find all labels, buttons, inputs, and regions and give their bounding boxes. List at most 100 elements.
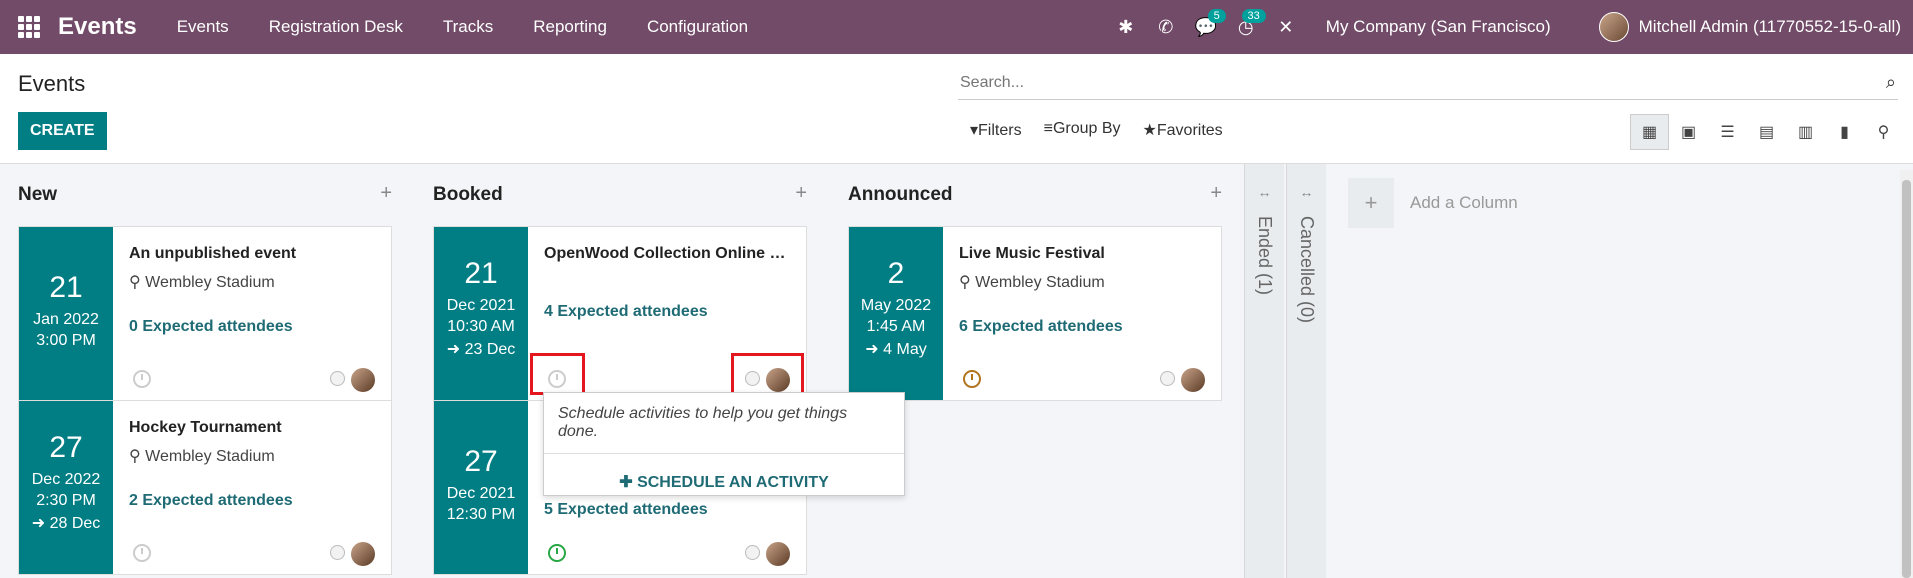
folded-column-label: Cancelled (0) (1297, 216, 1317, 324)
event-day: 27 (49, 431, 83, 464)
calendar-view-icon[interactable]: ▣ (1669, 114, 1708, 150)
favorites-dropdown[interactable]: ★Favorites (1143, 120, 1223, 140)
column-add-icon[interactable]: + (1210, 182, 1222, 205)
expand-icon: ↔ (1299, 184, 1314, 200)
column-title: Announced (848, 184, 953, 205)
view-switcher: ▦ ▣ ☰ ▤ ▥ ▮ ⚲ (1630, 114, 1903, 150)
event-location: ⚲ Wembley Stadium (129, 274, 275, 291)
event-day: 27 (464, 445, 498, 478)
list-view-icon[interactable]: ☰ (1708, 114, 1747, 150)
activity-clock-icon[interactable] (133, 370, 151, 388)
messages-badge: 5 (1207, 9, 1226, 23)
filters-dropdown[interactable]: ▾Filters (970, 120, 1022, 140)
control-panel: Events CREATE ⌕ ▾Filters ≡Group By ★Favo… (0, 54, 1913, 164)
folded-column-cancelled[interactable]: ↔ Cancelled (0) (1286, 164, 1326, 578)
search-options: ▾Filters ≡Group By ★Favorites (970, 120, 1223, 140)
chat-icon[interactable]: 💬 5 (1186, 0, 1226, 54)
avatar[interactable] (351, 542, 375, 566)
schedule-activity-button[interactable]: ✚ SCHEDULE AN ACTIVITY (544, 472, 904, 492)
user-avatar[interactable] (1598, 12, 1629, 42)
scrollbar[interactable] (1900, 170, 1913, 578)
column-title: Booked (433, 184, 503, 205)
gantt-view-icon[interactable]: ▤ (1747, 114, 1786, 150)
status-circle-icon[interactable] (1160, 371, 1175, 386)
expected-attendees[interactable]: 0 Expected attendees (129, 318, 381, 336)
activity-clock-icon[interactable] (963, 370, 981, 388)
menu-item-tracks[interactable]: Tracks (423, 17, 513, 37)
column-add-icon[interactable]: + (380, 182, 392, 205)
column-add-icon[interactable]: + (795, 182, 807, 205)
add-column-label: Add a Column (1410, 193, 1518, 212)
tools-icon[interactable]: ✕ (1266, 0, 1306, 54)
activity-clock-icon[interactable] (133, 544, 151, 562)
event-day: 21 (464, 257, 498, 290)
menu-item-events[interactable]: Events (157, 17, 249, 37)
add-column[interactable]: + Add a Column (1348, 178, 1518, 228)
event-title: Live Music Festival (959, 245, 1105, 262)
menu-item-reporting[interactable]: Reporting (513, 17, 627, 37)
app-name[interactable]: Events (58, 13, 137, 41)
company-switcher[interactable]: My Company (San Francisco) (1326, 17, 1551, 37)
event-time: 2:30 PM (36, 492, 96, 509)
highlight-box-activity (530, 353, 585, 395)
kanban-view-icon[interactable]: ▦ (1630, 114, 1669, 150)
map-marker-icon: ⚲ (959, 274, 976, 291)
pivot-view-icon[interactable]: ▥ (1786, 114, 1825, 150)
event-title: An unpublished event (129, 245, 297, 262)
event-month: Dec 2021 (446, 485, 516, 502)
activity-clock-icon[interactable] (548, 544, 566, 562)
filter-icon: ▾ (970, 122, 979, 139)
event-day: 2 (887, 257, 905, 290)
event-end-date: ➜ 23 Dec (446, 341, 516, 358)
event-month: Jan 2022 (33, 311, 99, 328)
plus-icon: ✚ (619, 474, 638, 491)
status-circle-icon[interactable] (330, 371, 345, 386)
event-day: 21 (49, 271, 83, 304)
expand-icon: ↔ (1257, 184, 1272, 200)
activity-clock-icon[interactable]: ◷ 33 (1226, 0, 1266, 54)
event-end-date: ➜ 4 May (865, 341, 927, 358)
column-title: New (18, 184, 58, 205)
folded-column-ended[interactable]: ↔ Ended (1) (1244, 164, 1284, 578)
event-card[interactable]: 2 May 2022 1:45 AM ➜ 4 May Live Music Fe… (848, 226, 1222, 401)
main-menu: Events Registration Desk Tracks Reportin… (157, 17, 768, 37)
scrollbar-thumb[interactable] (1902, 180, 1911, 578)
expected-attendees[interactable]: 4 Expected attendees (544, 303, 796, 321)
group-by-dropdown[interactable]: ≡Group By (1044, 120, 1121, 140)
status-circle-icon[interactable] (745, 545, 760, 560)
event-date: 21 Jan 2022 3:00 PM (19, 227, 113, 400)
event-date: 21 Dec 2021 10:30 AM ➜ 23 Dec (434, 227, 528, 400)
expected-attendees[interactable]: 2 Expected attendees (129, 492, 381, 510)
map-view-icon[interactable]: ⚲ (1864, 114, 1903, 150)
event-time: 12:30 PM (446, 506, 516, 523)
user-menu[interactable]: Mitchell Admin (11770552-15-0-all) (1639, 17, 1901, 37)
expected-attendees[interactable]: 5 Expected attendees (544, 501, 796, 519)
expected-attendees[interactable]: 6 Expected attendees (959, 318, 1211, 336)
create-button[interactable]: CREATE (18, 112, 107, 150)
bug-icon[interactable]: ✱ (1106, 0, 1146, 54)
status-circle-icon[interactable] (330, 545, 345, 560)
menu-item-configuration[interactable]: Configuration (627, 17, 768, 37)
avatar[interactable] (766, 542, 790, 566)
favorites-label: Favorites (1156, 122, 1223, 139)
popover-text: Schedule activities to help you get thin… (544, 393, 904, 454)
event-date: 27 Dec 2022 2:30 PM ➜ 28 Dec (19, 401, 113, 574)
arrow-right-icon: ➜ (31, 515, 50, 532)
event-title: OpenWood Collection Online Reveal (544, 245, 796, 262)
search-icon[interactable]: ⌕ (1886, 72, 1896, 93)
phone-icon[interactable]: ✆ (1146, 0, 1186, 54)
star-icon: ★ (1142, 122, 1157, 139)
highlight-box-avatar (731, 353, 804, 395)
avatar[interactable] (1181, 368, 1205, 392)
search-input[interactable] (958, 73, 1858, 92)
event-title: Hockey Tournament (129, 419, 282, 436)
event-month: Dec 2022 (31, 471, 101, 488)
event-card[interactable]: 27 Dec 2022 2:30 PM ➜ 28 Dec Hockey Tour… (18, 400, 392, 575)
graph-view-icon[interactable]: ▮ (1825, 114, 1864, 150)
menu-item-registration-desk[interactable]: Registration Desk (249, 17, 423, 37)
apps-menu-icon[interactable] (18, 16, 40, 38)
page-title: Events (18, 71, 86, 96)
event-card[interactable]: 21 Jan 2022 3:00 PM An unpublished event… (18, 226, 392, 401)
avatar[interactable] (351, 368, 375, 392)
event-time: 3:00 PM (36, 332, 96, 349)
